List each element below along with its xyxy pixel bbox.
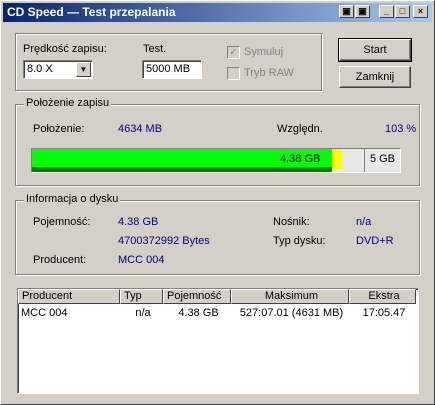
minimize-button[interactable]: _ <box>379 5 394 18</box>
write-speed-label: Prędkość zapisu: <box>23 43 107 55</box>
progress-baseline <box>32 167 332 172</box>
column-header-extra[interactable]: Ekstra <box>349 289 416 304</box>
simulate-checkbox[interactable]: ✓ <box>227 46 240 59</box>
close-button[interactable]: Zamknij <box>339 66 411 88</box>
stay-on-top-icon[interactable]: ▣ <box>355 5 370 18</box>
table-cell: 17:05.47 <box>362 307 406 319</box>
capacity-marker: 5 GB <box>364 149 400 172</box>
disc-type-label: Typ dysku: <box>273 235 326 247</box>
producer-value: MCC 004 <box>118 254 165 266</box>
table-cell: MCC 004 <box>21 307 68 319</box>
capacity-bytes-value: 4700372992 Bytes <box>118 235 210 247</box>
test-size-input[interactable]: 5000 MB <box>142 60 202 79</box>
column-header-type[interactable]: Typ <box>120 289 163 304</box>
table-header: Producent Typ Pojemność Maksimum Ekstra <box>18 289 416 304</box>
close-window-button[interactable]: × <box>413 5 428 18</box>
maximize-button[interactable]: □ <box>395 5 410 18</box>
write-speed-select[interactable]: 8.0 X ▼ <box>23 60 93 79</box>
raw-mode-label: Tryb RAW <box>244 67 294 79</box>
disc-info-title: Informacja o dysku <box>24 193 121 205</box>
media-value: n/a <box>356 216 372 228</box>
column-header-producer[interactable]: Producent <box>18 289 120 304</box>
position-value: 4634 MB <box>118 123 163 135</box>
progress-text: 4.38 GB <box>280 153 321 165</box>
position-label: Położenie: <box>33 123 85 135</box>
capacity-gb-value: 4.38 GB <box>118 216 159 228</box>
main-window: CD Speed — Test przepalania ▣ ▣ _ □ × Pr… <box>0 0 435 405</box>
simulate-label: Symuluj <box>244 46 284 58</box>
position-marker <box>332 149 342 169</box>
table-cell: 527:07.01 (4631 MB) <box>239 307 344 319</box>
capacity-label: Pojemność: <box>33 216 91 228</box>
results-table[interactable]: Producent Typ Pojemność Maksimum Ekstra … <box>17 288 419 394</box>
pin-icon[interactable]: ▣ <box>339 5 354 18</box>
relative-value: 103 % <box>385 123 417 135</box>
column-header-capacity[interactable]: Pojemność <box>163 289 231 304</box>
write-speed-value: 8.0 X <box>27 63 53 75</box>
producer-label: Producent: <box>33 254 87 266</box>
window-title: CD Speed — Test przepalania <box>7 5 176 19</box>
write-progress-bar: 4.38 GB 5 GB <box>31 148 401 173</box>
media-label: Nośnik: <box>273 216 310 228</box>
table-row[interactable]: MCC 004 n/a 4.38 GB 527:07.01 (4631 MB) … <box>18 306 416 320</box>
relative-label: Względn. <box>277 123 323 135</box>
test-size-value: 5000 MB <box>146 63 191 75</box>
raw-mode-checkbox[interactable] <box>227 67 240 80</box>
disc-type-value: DVD+R <box>356 235 394 247</box>
write-position-title: Położenie zapisu <box>24 97 112 109</box>
start-button[interactable]: Start <box>338 38 412 62</box>
chevron-down-icon[interactable]: ▼ <box>76 62 91 77</box>
write-position-group: Położenie zapisu <box>15 97 420 186</box>
column-header-maximum[interactable]: Maksimum <box>231 289 349 304</box>
test-label: Test. <box>143 43 167 55</box>
table-cell: n/a <box>135 307 151 319</box>
table-cell: 4.38 GB <box>178 307 219 319</box>
